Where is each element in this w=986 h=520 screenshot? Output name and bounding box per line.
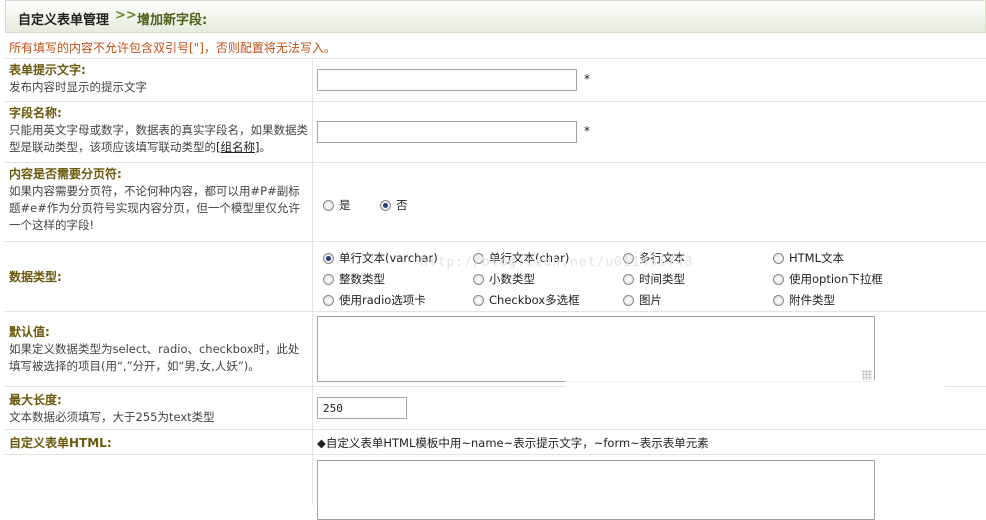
page-subtitle: 增加新字段: — [137, 13, 208, 28]
field-name-input[interactable] — [317, 121, 577, 143]
pagination-desc: 如果内容需要分页符，不论何种内容，都可以用#P#副标题#e#作为分页符号实现内容… — [9, 184, 300, 232]
field-label-desc: 发布内容时显示的提示文字 — [9, 80, 147, 94]
field-cell — [314, 312, 986, 386]
field-label-input[interactable] — [317, 69, 577, 91]
data-type-option[interactable]: 单行文本(char) — [473, 250, 569, 266]
group-name-link[interactable]: [组名称] — [216, 140, 259, 154]
radio-label: 否 — [396, 198, 408, 212]
row-custom-html: 自定义表单HTML: ◆自定义表单HTML模板中用~name~表示提示文字，~f… — [5, 430, 986, 455]
radio-checked-icon[interactable] — [380, 199, 391, 211]
field-cell: ◆自定义表单HTML模板中用~name~表示提示文字，~form~表示表单元素 — [314, 430, 986, 454]
radio-label: Checkbox多选框 — [489, 293, 580, 307]
custom-html-title: 自定义表单HTML: — [9, 436, 112, 450]
warning-text: 所有填写的内容不允许包含双引号["]，否则配置将无法写入。 — [9, 41, 336, 55]
radio-label: 单行文本(varchar) — [339, 251, 438, 265]
required-mark: * — [584, 124, 590, 138]
radio-label: 小数类型 — [489, 272, 535, 286]
row-data-type: 数据类型: 单行文本(varchar) 单行文本(char) 多行文本 HTML文本整… — [5, 242, 986, 312]
radio-icon[interactable] — [773, 294, 784, 306]
label-cell: 表单提示文字: 发布内容时显示的提示文字 — [5, 59, 313, 101]
data-type-option[interactable]: Checkbox多选框 — [473, 292, 580, 308]
data-type-option[interactable]: 时间类型 — [623, 271, 685, 287]
pagination-option-yes[interactable]: 是 — [323, 197, 351, 213]
custom-html-hint: ◆自定义表单HTML模板中用~name~表示提示文字，~form~表示表单元素 — [317, 436, 709, 450]
radio-icon[interactable] — [473, 273, 484, 285]
row-pagination: 内容是否需要分页符: 如果内容需要分页符，不论何种内容，都可以用#P#副标题#e… — [5, 163, 986, 242]
radio-label: 整数类型 — [339, 272, 385, 286]
radio-icon[interactable] — [323, 273, 334, 285]
warning-row: 所有填写的内容不允许包含双引号["]，否则配置将无法写入。 — [5, 33, 986, 59]
radio-label: 使用radio选项卡 — [339, 293, 426, 307]
label-cell: 数据类型: — [5, 242, 313, 311]
radio-label: 图片 — [639, 293, 662, 307]
data-type-option[interactable]: 多行文本 — [623, 250, 685, 266]
radio-icon[interactable] — [773, 252, 784, 264]
radio-icon[interactable] — [473, 294, 484, 306]
radio-checked-icon[interactable] — [323, 252, 334, 264]
radio-label: 时间类型 — [639, 272, 685, 286]
data-type-option[interactable]: 使用option下拉框 — [773, 271, 883, 287]
radio-label: 多行文本 — [639, 251, 685, 265]
label-cell — [5, 455, 313, 505]
custom-html-textarea[interactable] — [317, 460, 875, 520]
field-label-title: 表单提示文字: — [9, 63, 86, 77]
radio-icon[interactable] — [623, 294, 634, 306]
field-cell — [314, 455, 986, 520]
resize-grip-icon[interactable] — [862, 370, 872, 380]
default-value-desc: 如果定义数据类型为select、radio、checkbox时，此处填写被选择的… — [9, 342, 300, 373]
row-field-name: 字段名称: 只能用英文字母或数字，数据表的真实字段名，如果数据类型是联动类型，该… — [5, 102, 986, 163]
data-type-option[interactable]: 小数类型 — [473, 271, 535, 287]
radio-label: HTML文本 — [789, 251, 845, 265]
data-type-option[interactable]: 整数类型 — [323, 271, 385, 287]
field-name-title: 字段名称: — [9, 106, 62, 120]
radio-icon[interactable] — [323, 199, 334, 211]
default-value-textarea[interactable] — [317, 316, 875, 382]
form-page: 自定义表单管理 >> 增加新字段: 所有填写的内容不允许包含双引号["]，否则配… — [5, 0, 986, 520]
radio-label: 使用option下拉框 — [789, 272, 883, 286]
label-cell: 字段名称: 只能用英文字母或数字，数据表的真实字段名，如果数据类型是联动类型，该… — [5, 102, 313, 162]
label-cell: 自定义表单HTML: — [5, 430, 313, 454]
radio-label: 附件类型 — [789, 293, 835, 307]
pagination-option-no[interactable]: 否 — [380, 197, 408, 213]
default-value-title: 默认值: — [9, 325, 50, 339]
max-length-desc: 文本数据必须填写，大于255为text类型 — [9, 410, 215, 424]
field-name-desc: 只能用英文字母或数字，数据表的真实字段名，如果数据类型是联动类型，该项应该填写联… — [9, 122, 308, 156]
page-header: 自定义表单管理 >> 增加新字段: — [5, 0, 986, 33]
field-name-desc-end: 。 — [259, 140, 271, 154]
radio-icon[interactable] — [323, 294, 334, 306]
data-type-options: 单行文本(varchar) 单行文本(char) 多行文本 HTML文本整数类型 小数类… — [314, 242, 986, 311]
data-type-option[interactable]: HTML文本 — [773, 250, 844, 266]
radio-label: 是 — [339, 198, 351, 212]
label-cell: 最大长度: 文本数据必须填写，大于255为text类型 — [5, 387, 313, 429]
radio-icon[interactable] — [623, 273, 634, 285]
max-length-title: 最大长度: — [9, 393, 62, 407]
radio-icon[interactable] — [473, 252, 484, 264]
field-cell: 是 否 — [314, 163, 986, 241]
data-type-option[interactable]: 单行文本(varchar) — [323, 250, 438, 266]
data-type-title: 数据类型: — [9, 270, 62, 284]
label-cell: 内容是否需要分页符: 如果内容需要分页符，不论何种内容，都可以用#P#副标题#e… — [5, 163, 313, 241]
row-default-value: 默认值: 如果定义数据类型为select、radio、checkbox时，此处填… — [5, 312, 986, 387]
breadcrumb-separator: >> — [115, 8, 137, 23]
row-field-label: 表单提示文字: 发布内容时显示的提示文字 * — [5, 59, 986, 102]
radio-icon[interactable] — [773, 273, 784, 285]
data-type-option[interactable]: 图片 — [623, 292, 662, 308]
radio-label: 单行文本(char) — [489, 251, 570, 265]
data-type-option[interactable]: 附件类型 — [773, 292, 835, 308]
field-cell: * — [314, 102, 986, 162]
pagination-title: 内容是否需要分页符: — [9, 167, 122, 181]
row-custom-html-editor — [5, 455, 986, 520]
label-cell: 默认值: 如果定义数据类型为select、radio、checkbox时，此处填… — [5, 312, 313, 386]
page-title: 自定义表单管理 — [18, 13, 110, 28]
radio-icon[interactable] — [623, 252, 634, 264]
max-length-input[interactable] — [317, 397, 407, 419]
image-artifact — [565, 380, 945, 394]
field-cell: * — [314, 59, 986, 101]
required-mark: * — [584, 72, 590, 86]
data-type-option[interactable]: 使用radio选项卡 — [323, 292, 426, 308]
